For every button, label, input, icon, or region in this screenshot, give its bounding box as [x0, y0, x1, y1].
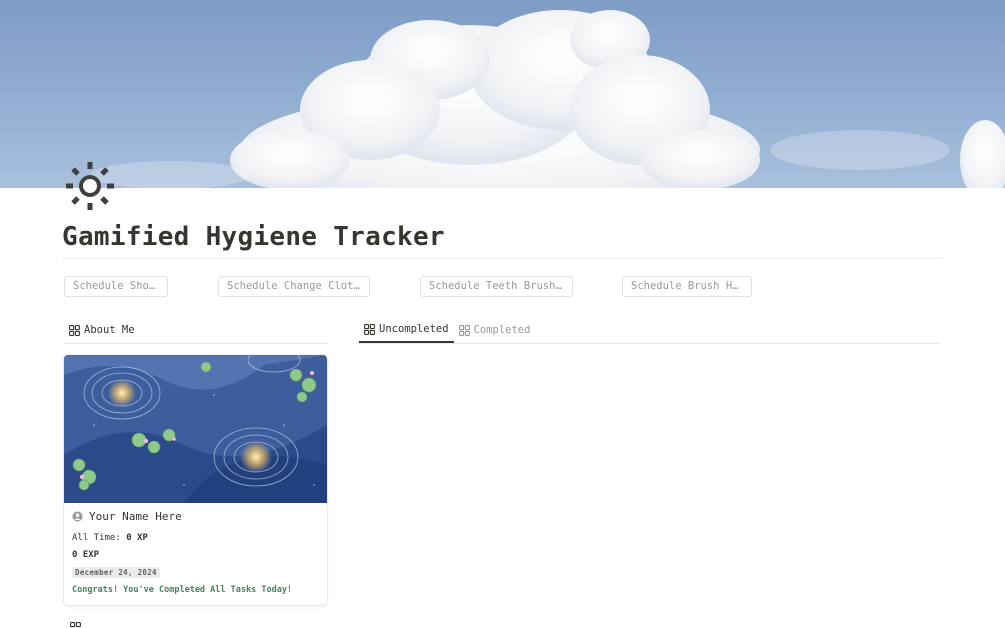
gallery-icon [364, 323, 375, 335]
gallery-icon [70, 622, 81, 628]
about-tabbar: About Me [64, 317, 140, 343]
tasks-tabbar: Uncompleted Completed [359, 317, 535, 343]
person-icon [72, 511, 83, 522]
all-time-value: 0 XP [126, 533, 148, 543]
exp-text: 0 EXP [72, 550, 100, 560]
congrats-message: Congrats! You've Completed All Tasks Tod… [72, 585, 293, 595]
schedule-brush-hair-button[interactable]: Schedule Brush Hair [622, 276, 752, 297]
tab-about-me[interactable]: About Me [64, 317, 140, 343]
profile-name-text: Your Name Here [89, 510, 182, 523]
sun-icon[interactable] [64, 160, 116, 212]
page-title: Gamified Hygiene Tracker [62, 222, 942, 259]
profile-name: Your Name Here [72, 510, 182, 523]
gallery-icon [69, 324, 80, 336]
tab-completed-label: Completed [473, 324, 531, 336]
tasks-divider [359, 343, 941, 344]
schedule-teeth-brushing-button[interactable]: Schedule Teeth Brushi… [420, 276, 573, 297]
tab-uncompleted-label: Uncompleted [379, 323, 449, 335]
date-badge: December 24, 2024 [72, 567, 160, 578]
tab-about-me-label: About Me [84, 324, 135, 336]
schedule-shower-button[interactable]: Schedule Show… [64, 276, 168, 297]
tab-uncompleted[interactable]: Uncompleted [359, 317, 454, 343]
tab-completed[interactable]: Completed [454, 317, 536, 343]
profile-card[interactable]: Your Name Here All Time: 0 XP 0 EXP Dece… [64, 355, 327, 605]
all-time-xp: All Time: 0 XP [72, 533, 148, 543]
next-section-peek [70, 622, 130, 628]
gallery-icon [458, 324, 470, 336]
about-divider [64, 343, 328, 344]
exp-value: 0 EXP [72, 550, 99, 560]
all-time-label: All Time: [72, 533, 121, 543]
schedule-change-clothes-button[interactable]: Schedule Change Cloth… [218, 276, 370, 297]
card-cover-image [64, 355, 327, 503]
cover-image [0, 0, 1005, 188]
